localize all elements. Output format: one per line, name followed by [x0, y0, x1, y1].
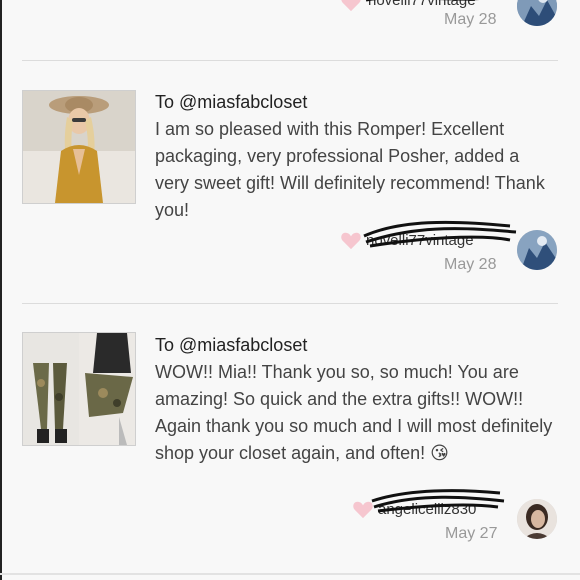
- heart-icon[interactable]: [340, 0, 362, 12]
- reviewer-avatar[interactable]: [517, 230, 557, 270]
- review-recipient[interactable]: To @miasfabcloset: [155, 92, 307, 113]
- listing-thumbnail[interactable]: [22, 90, 136, 204]
- username-redaction: [371, 489, 505, 513]
- review-date: May 27: [445, 525, 498, 542]
- heart-icon[interactable]: [340, 230, 362, 250]
- review-date: May 28: [444, 11, 497, 28]
- username-redaction: [366, 0, 479, 2]
- review-text: WOW!! Mia!! Thank you so, so much! You a…: [155, 362, 553, 463]
- username-redaction: [363, 220, 517, 248]
- review-text: I am so pleased with this Romper! Excell…: [155, 119, 545, 220]
- previous-review: novelli77vintage May 28: [0, 0, 580, 60]
- review-item: To @miasfabcloset I am so pleased with t…: [0, 60, 580, 304]
- reviewer-avatar[interactable]: [517, 0, 557, 26]
- reviewer-avatar[interactable]: [517, 499, 557, 539]
- review-date: May 28: [444, 256, 497, 273]
- review-divider: [0, 573, 580, 575]
- review-item: To @miasfabcloset WOW!! Mia!! Thank you …: [0, 303, 580, 573]
- listing-thumbnail[interactable]: [22, 332, 136, 446]
- review-recipient[interactable]: To @miasfabcloset: [155, 335, 307, 356]
- reviews-screen: novelli77vintage May 28 To @miasfabclose…: [0, 0, 580, 580]
